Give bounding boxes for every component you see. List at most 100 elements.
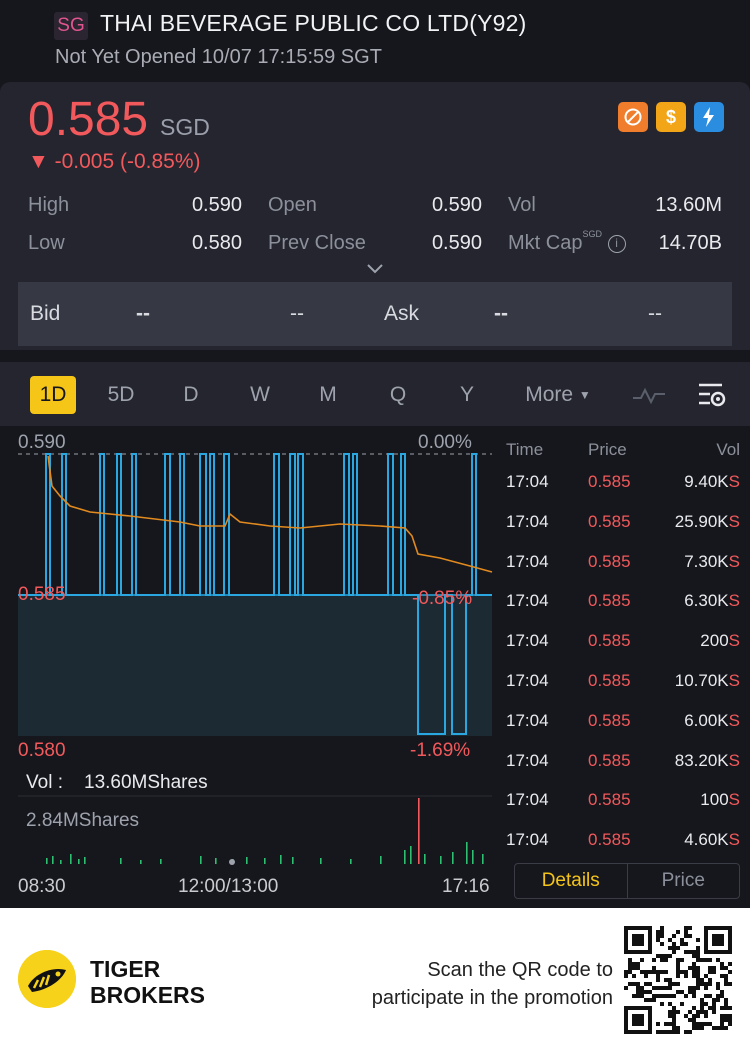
x-start-time: 08:30 — [18, 876, 66, 897]
trade-price: 0.585 — [588, 551, 631, 571]
qr-module — [656, 938, 660, 942]
qr-module — [676, 966, 680, 970]
qr-module — [672, 934, 676, 938]
qr-module — [720, 994, 724, 998]
qr-module — [692, 954, 696, 958]
tab-q[interactable]: Q — [383, 376, 413, 414]
qr-module — [704, 986, 708, 990]
qr-module — [664, 970, 668, 974]
lightning-icon[interactable] — [694, 102, 724, 132]
tab-m[interactable]: M — [313, 376, 343, 414]
trade-price: 0.585 — [588, 710, 631, 730]
volume-bar — [418, 798, 420, 864]
tab-d[interactable]: D — [176, 376, 206, 414]
chevron-down-icon[interactable] — [366, 262, 384, 276]
trade-time: 17:04 — [506, 511, 549, 531]
qr-module — [704, 974, 708, 978]
qr-module — [660, 1030, 664, 1034]
volume-bar — [140, 860, 142, 864]
qr-module — [692, 950, 696, 954]
qr-module — [684, 974, 688, 978]
qr-module — [684, 1014, 688, 1018]
trade-time: 17:04 — [506, 750, 549, 770]
qr-module — [632, 966, 636, 970]
qr-module — [640, 994, 644, 998]
open-label: Open — [268, 194, 317, 216]
tab-w[interactable]: W — [244, 376, 276, 414]
qr-module — [672, 1022, 676, 1026]
intraday-chart[interactable]: 0.590 0.00% 0.585 -0.85% 0.580 -1.69% Vo… — [0, 426, 500, 908]
qr-module — [672, 946, 676, 950]
qr-module — [724, 974, 728, 978]
qr-module — [656, 970, 660, 974]
qr-code[interactable] — [624, 926, 732, 1034]
qr-module — [692, 1022, 696, 1026]
details-button[interactable]: Details — [515, 864, 627, 898]
trade-time: 17:04 — [506, 830, 549, 850]
chart-settings-icon[interactable] — [696, 380, 728, 410]
volume-bar — [482, 854, 484, 864]
header: SG THAI BEVERAGE PUBLIC CO LTD(Y92) Not … — [0, 0, 750, 82]
y-bottom-price: 0.580 — [18, 740, 66, 761]
trade-side: S — [728, 631, 740, 651]
tiger-logo-icon — [18, 950, 76, 1008]
qr-module — [660, 934, 664, 938]
header-time: Time — [506, 440, 544, 459]
qr-module — [688, 966, 692, 970]
qr-module — [644, 998, 648, 1002]
qr-module — [656, 930, 660, 934]
qr-module — [724, 982, 728, 986]
price-button[interactable]: Price — [626, 864, 740, 898]
trade-side: S — [728, 472, 740, 491]
qr-module — [632, 962, 636, 966]
bid-label: Bid — [30, 302, 61, 325]
ask-price: -- — [494, 302, 508, 325]
qr-module — [688, 990, 692, 994]
qr-module — [704, 982, 708, 986]
qr-module — [624, 986, 628, 990]
no-short-icon[interactable] — [618, 102, 648, 132]
tab-1d[interactable]: 1D — [30, 376, 76, 414]
price-change: ▼ -0.005 (-0.85%) — [28, 150, 201, 173]
qr-module — [716, 1026, 720, 1030]
qr-module — [636, 986, 640, 990]
qr-module — [708, 982, 712, 986]
trade-price: 0.585 — [588, 750, 631, 770]
trade-row: 17:04 0.585 6.30KS — [500, 591, 750, 631]
qr-module — [640, 970, 644, 974]
bid-ask-bar: Bid -- -- Ask -- -- — [18, 282, 732, 346]
ask-size: -- — [648, 302, 662, 325]
price-chart-svg[interactable] — [0, 426, 500, 908]
qr-module — [708, 1022, 712, 1026]
promo-line-2: participate in the promotion — [371, 987, 613, 1009]
tab-5d[interactable]: 5D — [100, 376, 142, 414]
qr-module — [720, 1006, 724, 1010]
qr-module — [656, 1022, 660, 1026]
qr-module — [664, 994, 668, 998]
trade-time: 17:04 — [506, 551, 549, 571]
qr-module — [664, 978, 668, 982]
volume-bar — [52, 856, 54, 864]
volume-bar — [264, 858, 266, 864]
trade-volume: 100S — [700, 790, 740, 810]
tab-more[interactable]: More ▼ — [518, 376, 598, 414]
qr-module — [676, 1030, 680, 1034]
qr-module — [700, 998, 704, 1002]
qr-module — [712, 998, 716, 1002]
dollar-icon[interactable]: $ — [656, 102, 686, 132]
qr-module — [720, 966, 724, 970]
qr-module — [712, 1026, 716, 1030]
indicator-icon[interactable] — [632, 384, 666, 406]
qr-module — [724, 1026, 728, 1030]
qr-module — [644, 990, 648, 994]
trade-time: 17:04 — [506, 671, 549, 690]
volume-bar — [70, 854, 72, 864]
volume-bar — [120, 858, 122, 864]
qr-module — [652, 966, 656, 970]
y-mid-pct: -0.85% — [412, 588, 473, 609]
info-icon[interactable]: i — [607, 235, 626, 253]
trade-price: 0.585 — [588, 591, 631, 611]
trade-side: S — [728, 671, 740, 690]
promo-line-1: Scan the QR code to — [427, 959, 613, 981]
tab-y[interactable]: Y — [452, 376, 482, 414]
